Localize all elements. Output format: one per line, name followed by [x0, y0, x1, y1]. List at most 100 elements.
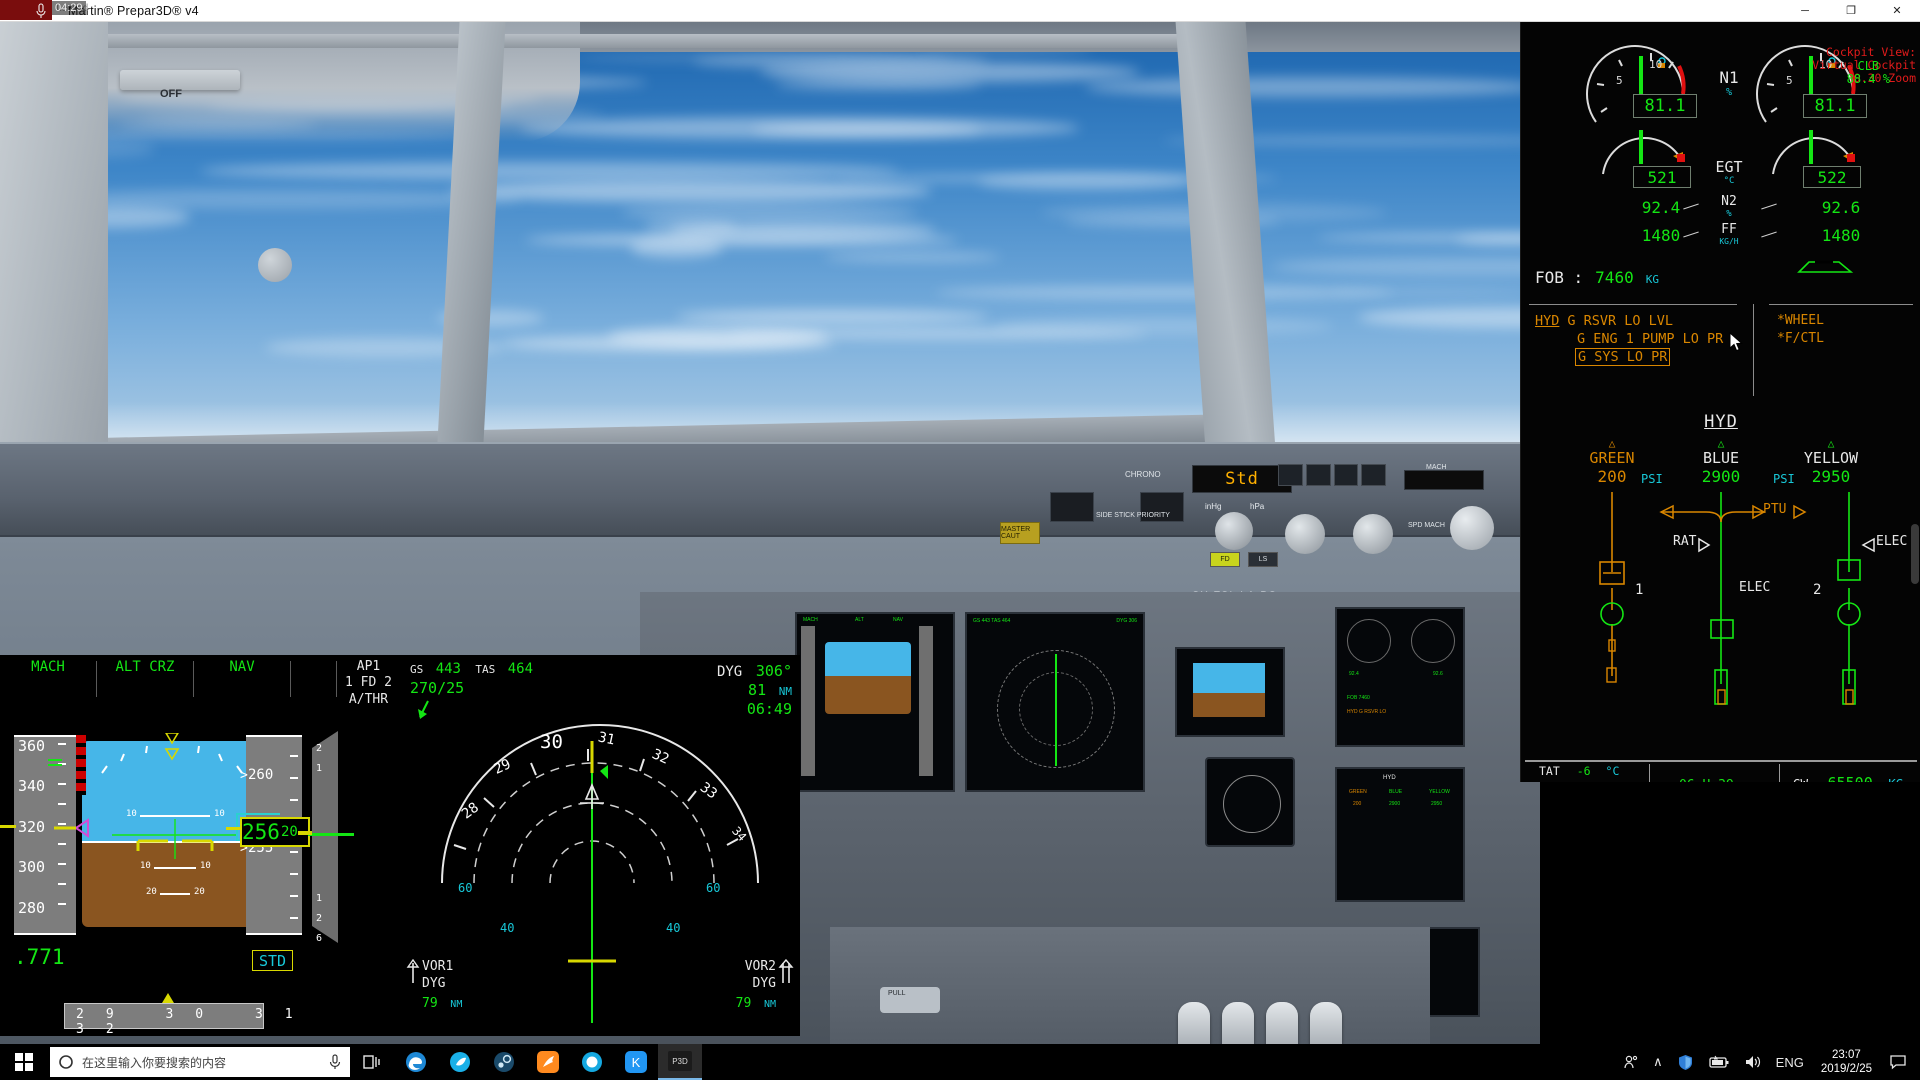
battery-icon[interactable] — [1701, 1055, 1737, 1069]
slat-flap-indicator — [1793, 258, 1863, 280]
globe-app-icon[interactable] — [438, 1044, 482, 1080]
sun-visor[interactable] — [120, 70, 240, 90]
cloud — [823, 253, 1002, 261]
sd-scrollbar[interactable] — [1911, 524, 1919, 584]
sat-unit: °C — [1612, 780, 1626, 782]
cloud — [994, 317, 1333, 334]
cloud — [572, 54, 952, 61]
system-display[interactable]: HYD △ GREEN 200 △ BLUE 2900 △ YELLOW 295… — [1521, 404, 1920, 782]
start-icon[interactable] — [0, 1044, 48, 1080]
vor1-ident: DYG — [422, 976, 462, 992]
standby-attitude[interactable] — [1175, 647, 1285, 737]
utc-clock: 06 H 39 — [1679, 778, 1734, 782]
windows-taskbar[interactable]: 在这里输入你要搜索的内容 K P3D ∧ ENG 23:07 2019/2/25 — [0, 1044, 1920, 1080]
inpanel-nd[interactable]: GS 443 TAS 464 DYG 306 — [965, 612, 1145, 792]
blue-pressure: 2900 — [1666, 467, 1776, 486]
p3d-taskbar-button[interactable]: P3D — [658, 1044, 702, 1080]
fob-unit: KG — [1646, 273, 1659, 286]
speed-tick-300: 300 — [18, 858, 45, 876]
fma-fd-status: 1 FD 2 — [337, 675, 400, 691]
off-label: OFF — [160, 88, 182, 100]
yellow-triangle-icon: △ — [1776, 438, 1886, 449]
p3d-label: P3D — [672, 1057, 688, 1066]
nd-range-selector[interactable] — [1353, 514, 1393, 554]
speed-tick-340: 340 — [18, 777, 45, 795]
clock[interactable]: 23:07 2019/2/25 — [1811, 1048, 1882, 1077]
pfd-nd-popup-window[interactable]: MACH ALT CRZ NAV AP1 1 FD 2 A/THR 10 10 … — [0, 655, 800, 1036]
range-label-60-right: 60 — [706, 881, 720, 895]
shield-icon[interactable] — [1670, 1054, 1701, 1071]
fcu-mach-window — [1404, 470, 1484, 490]
kugou-icon[interactable]: K — [614, 1044, 658, 1080]
volume-icon[interactable] — [1737, 1054, 1769, 1070]
cortana-circle-icon[interactable] — [570, 1044, 614, 1080]
close-button[interactable]: ✕ — [1874, 0, 1920, 22]
minimize-button[interactable]: ─ — [1782, 0, 1828, 22]
vs-pointer — [298, 831, 312, 835]
n1-label-group: N1 % — [1703, 68, 1755, 98]
tat-value: -6 — [1577, 764, 1591, 778]
mach-label: MACH — [1426, 464, 1447, 471]
n1-tick-10-left: 10 — [1649, 58, 1662, 71]
tas-label: TAS — [475, 663, 495, 676]
n1-value-left: 81.1 — [1645, 96, 1686, 116]
vs-label-dn-6: 6 — [316, 933, 322, 944]
ewd-divider-vertical — [1753, 304, 1754, 396]
altitude-thousands: 256 — [242, 820, 280, 844]
vor1-distance: 79 — [422, 996, 438, 1011]
green-triangle-icon: △ — [1557, 438, 1667, 449]
egt-value-right: 522 — [1818, 168, 1847, 187]
efis-button-row[interactable] — [1278, 464, 1386, 486]
vs-label-dn-1: 1 — [316, 893, 322, 904]
standby-compass[interactable] — [1205, 757, 1295, 847]
fma-col-5: AP1 1 FD 2 A/THR — [337, 659, 400, 708]
master-caution-button[interactable]: MASTER CAUT — [1000, 522, 1040, 544]
thunder-download-icon[interactable] — [526, 1044, 570, 1080]
egt-label-group: EGT °C — [1703, 158, 1755, 186]
window-controls: ─ ❐ ✕ — [1782, 0, 1920, 22]
annunciator-panel[interactable] — [1050, 492, 1094, 522]
notification-icon[interactable] — [1882, 1054, 1914, 1070]
warning-line-1: G RSVR LO LVL — [1567, 312, 1673, 330]
spd-mach-knob[interactable] — [1450, 506, 1494, 550]
search-input[interactable]: 在这里输入你要搜索的内容 — [50, 1047, 350, 1077]
restore-button[interactable]: ❐ — [1828, 0, 1874, 22]
range-label-60-left: 60 — [458, 881, 472, 895]
nd-mode-selector[interactable] — [1285, 514, 1325, 554]
nav-station: DYG — [717, 664, 742, 680]
inpanel-lower-ecam[interactable]: HYD GREEN BLUE YELLOW 200 2900 2950 — [1335, 767, 1465, 902]
vor2-label: VOR2 — [736, 959, 776, 975]
edge-icon[interactable] — [394, 1044, 438, 1080]
chevron-up-icon[interactable]: ∧ — [1646, 1054, 1670, 1070]
clb-overlay: CLB 88.4 % — [1847, 60, 1890, 86]
cloud — [1085, 77, 1539, 98]
ecam-popup-window[interactable]: 5 10 5 10 81.1 81.1 N1 % 521 522 EGT °C … — [1520, 22, 1920, 782]
overhead-knob[interactable] — [258, 248, 292, 282]
system-tray[interactable]: ∧ ENG 23:07 2019/2/25 — [1616, 1044, 1920, 1080]
task-view-icon[interactable] — [350, 1044, 394, 1080]
vor1-label: VOR1 — [422, 959, 462, 975]
fd-button[interactable]: FD — [1210, 552, 1240, 567]
primary-flight-display[interactable]: MACH ALT CRZ NAV AP1 1 FD 2 A/THR 10 10 … — [0, 655, 400, 1036]
baro-knob[interactable] — [1215, 512, 1253, 550]
mouse-cursor — [1729, 332, 1743, 357]
microphone-icon[interactable] — [30, 1, 52, 21]
ff-value-right: 1480 — [1801, 226, 1881, 245]
n1-unit: % — [1703, 87, 1755, 98]
clb-value: 88.4 % — [1847, 73, 1890, 86]
microphone-icon[interactable] — [328, 1053, 342, 1071]
ls-button[interactable]: LS — [1248, 552, 1278, 567]
steam-icon[interactable] — [482, 1044, 526, 1080]
navigation-display[interactable]: GS 443 TAS 464 270/25 DYG 306° 81 NM 06:… — [400, 655, 800, 1036]
tat-label: TAT — [1539, 764, 1560, 778]
inpanel-upper-ecam[interactable]: 92.4 92.6 FOB 7460 HYD G RSVR LO — [1335, 607, 1465, 747]
vs-label-up-2: 2 — [316, 743, 322, 754]
people-icon[interactable] — [1616, 1054, 1646, 1070]
alt-tick-260: 260 — [248, 767, 273, 783]
n2-unit: % — [1703, 209, 1755, 219]
language-indicator[interactable]: ENG — [1769, 1055, 1811, 1070]
fob-row: FOB : 7460 KG — [1535, 268, 1659, 287]
inpanel-pfd[interactable]: MACH ALT NAV — [795, 612, 955, 792]
vs-needle — [308, 833, 354, 836]
fob-label: FOB : — [1535, 268, 1583, 287]
